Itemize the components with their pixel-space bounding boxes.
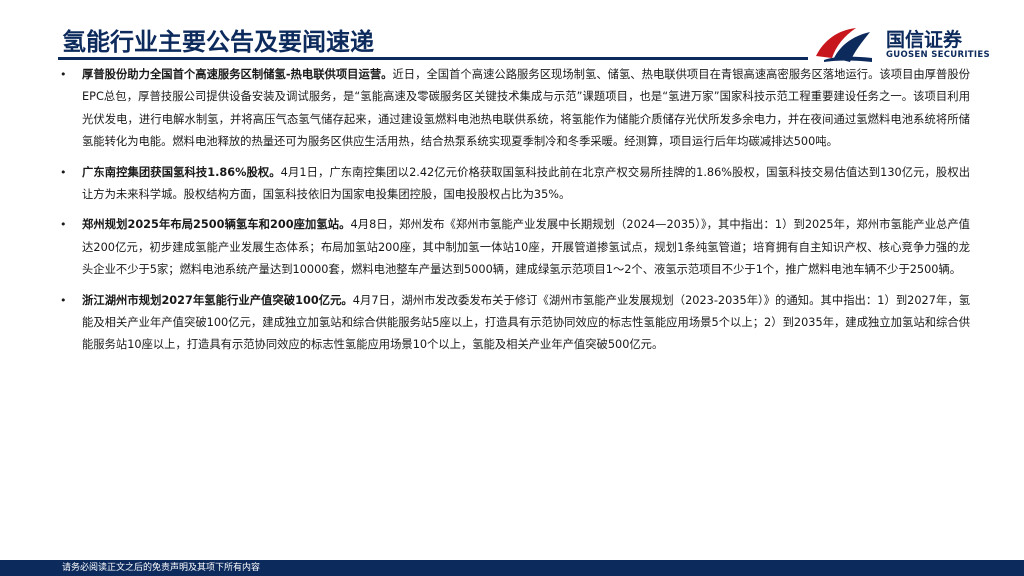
list-item: • 郑州规划2025年布局2500辆氢车和200座加氢站。4月8日，郑州发布《郑州… xyxy=(60,214,970,281)
list-item: • 广东南控集团获国氢科技1.86%股权。4月1日，广东南控集团以2.42亿元价格… xyxy=(60,162,970,207)
brand-name-cn: 国信证券 xyxy=(886,29,963,51)
guosen-logo-icon xyxy=(816,28,872,62)
page-title: 氢能行业主要公告及要闻速递 xyxy=(62,28,374,56)
item-headline: 厚普股份助力全国首个高速服务区制储氢-热电联供项目运营。 xyxy=(82,68,393,81)
footer-bar: 请务必阅读正文之后的免责声明及其项下所有内容 xyxy=(0,560,1024,576)
bullet-marker: • xyxy=(60,293,67,307)
bullet-marker: • xyxy=(60,68,67,81)
title-underline xyxy=(58,57,808,60)
bullet-marker: • xyxy=(60,218,67,232)
bullet-marker: • xyxy=(60,165,67,179)
news-list: • 厚普股份助力全国首个高速服务区制储氢-热电联供项目运营。近日，全国首个高速公路… xyxy=(60,64,970,365)
list-item: • 浙江湖州市规划2027年氢能行业产值突破100亿元。4月7日，湖州市发改委发布… xyxy=(60,290,970,357)
list-item: • 厚普股份助力全国首个高速服务区制储氢-热电联供项目运营。近日，全国首个高速公路… xyxy=(60,64,970,154)
item-headline: 郑州规划2025年布局2500辆氢车和200座加氢站。 xyxy=(82,218,351,232)
footer-disclaimer: 请务必阅读正文之后的免责声明及其项下所有内容 xyxy=(62,563,261,573)
item-headline: 浙江湖州市规划2027年氢能行业产值突破100亿元。 xyxy=(82,293,353,307)
brand-logo: 国信证券 GUOSEN SECURITIES xyxy=(814,22,990,64)
brand-name-en: GUOSEN SECURITIES xyxy=(886,50,990,60)
item-headline: 广东南控集团获国氢科技1.86%股权。 xyxy=(82,165,281,179)
